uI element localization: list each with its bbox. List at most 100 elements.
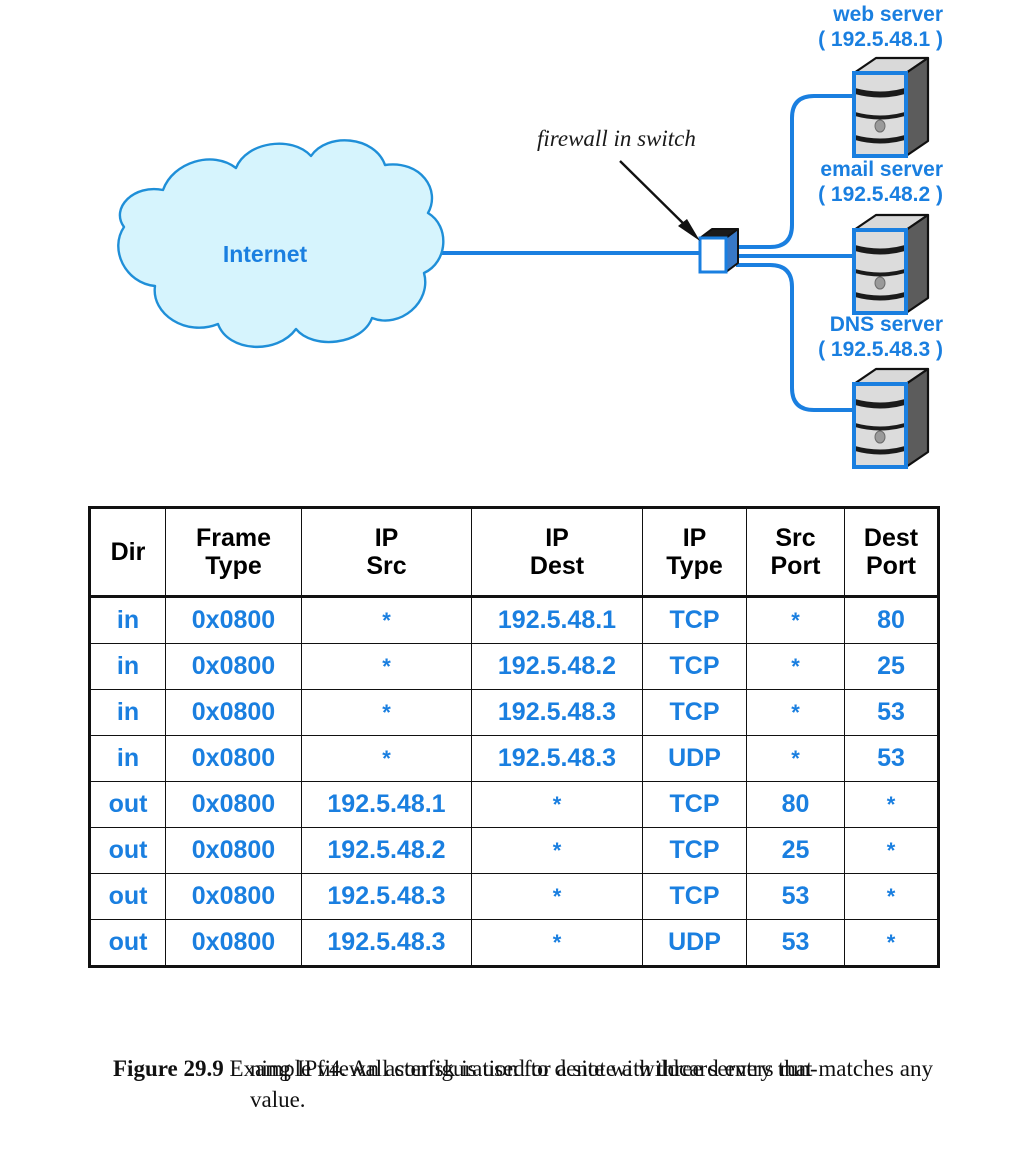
cell-ip-type: UDP [642, 919, 747, 967]
cell-ip-src: * [301, 643, 472, 690]
cell-src-port: 53 [746, 873, 845, 920]
cell-ip-type: TCP [642, 643, 747, 690]
cell-frame-type: 0x0800 [165, 873, 302, 920]
cell-src-port: 53 [746, 919, 845, 967]
col-header-dir: Dir [89, 507, 166, 598]
cell-ip-src: 192.5.48.1 [301, 781, 472, 828]
firewall-switch-cube-icon [698, 228, 739, 274]
cell-ip-src: 192.5.48.3 [301, 919, 472, 967]
server-tower-icon [852, 367, 930, 469]
col-header-frame-type-line1: Frame [195, 524, 272, 552]
cell-ip-dest: 192.5.48.3 [471, 735, 643, 782]
cell-ip-src: 192.5.48.3 [301, 873, 472, 920]
firewall-rules-table: Dir Frame Type IP Src IP Dest IP Type Sr… [88, 506, 940, 968]
firewall-annotation-label: firewall in switch [537, 126, 696, 151]
cell-frame-type: 0x0800 [165, 596, 302, 644]
table-row: out 0x0800 192.5.48.2 * TCP 25 * [89, 827, 939, 874]
col-header-src-port: Src Port [746, 507, 845, 598]
cell-dest-port: 80 [844, 596, 939, 644]
cell-dir: in [89, 735, 166, 782]
table-row: in 0x0800 * 192.5.48.3 UDP * 53 [89, 735, 939, 782]
cell-ip-dest: * [471, 781, 643, 828]
table-row: out 0x0800 192.5.48.3 * TCP 53 * [89, 873, 939, 920]
table-header-row: Dir Frame Type IP Src IP Dest IP Type Sr… [89, 507, 939, 598]
cell-frame-type: 0x0800 [165, 735, 302, 782]
cloud-label: Internet [223, 241, 308, 267]
server-tower-icon [852, 213, 930, 315]
col-header-ip-src-line2: Src [366, 552, 407, 580]
cell-ip-src: 192.5.48.2 [301, 827, 472, 874]
cell-ip-type: TCP [642, 689, 747, 736]
cell-dir: in [89, 689, 166, 736]
cell-dest-port: * [844, 873, 939, 920]
cell-ip-src: * [301, 596, 472, 644]
cell-ip-src: * [301, 689, 472, 736]
cell-frame-type: 0x0800 [165, 827, 302, 874]
server-dns-name: DNS server [830, 313, 943, 336]
server-web-name: web server [832, 3, 943, 26]
col-header-dest-port-line1: Dest [863, 524, 919, 552]
cell-ip-dest: 192.5.48.3 [471, 689, 643, 736]
cell-src-port: * [746, 689, 845, 736]
cell-ip-dest: 192.5.48.2 [471, 643, 643, 690]
table-body: in 0x0800 * 192.5.48.1 TCP * 80 in 0x080… [89, 596, 939, 967]
col-header-frame-type-line2: Type [205, 552, 262, 580]
server-web-address: ( 192.5.48.1 ) [818, 28, 943, 51]
col-header-dest-port: Dest Port [844, 507, 939, 598]
table-row: in 0x0800 * 192.5.48.3 TCP * 53 [89, 689, 939, 736]
cell-src-port: * [746, 735, 845, 782]
network-diagram: Internet firewall in switch web server (… [0, 0, 1024, 480]
server-email-address: ( 192.5.48.2 ) [818, 183, 943, 206]
cell-dest-port: * [844, 781, 939, 828]
cell-ip-type: TCP [642, 781, 747, 828]
col-header-ip-type: IP Type [642, 507, 747, 598]
cell-frame-type: 0x0800 [165, 689, 302, 736]
cell-frame-type: 0x0800 [165, 781, 302, 828]
cell-ip-src: * [301, 735, 472, 782]
col-header-ip-type-line2: Type [666, 552, 723, 580]
firewall-rules-table-container: Dir Frame Type IP Src IP Dest IP Type Sr… [88, 506, 940, 968]
cell-dest-port: 25 [844, 643, 939, 690]
server-web [852, 56, 930, 158]
col-header-ip-src: IP Src [301, 507, 472, 598]
server-tower-icon [852, 56, 930, 158]
figure-caption: Figure 29.9 Example firewall configurati… [113, 1053, 933, 1115]
cell-src-port: * [746, 596, 845, 644]
cell-src-port: 80 [746, 781, 845, 828]
cell-dest-port: 53 [844, 689, 939, 736]
cell-ip-type: TCP [642, 827, 747, 874]
server-email-name: email server [820, 158, 943, 181]
table-header: Dir Frame Type IP Src IP Dest IP Type Sr… [89, 507, 939, 598]
col-header-src-port-line1: Src [775, 524, 816, 552]
cell-ip-dest: * [471, 919, 643, 967]
table-row: out 0x0800 192.5.48.3 * UDP 53 * [89, 919, 939, 967]
cell-frame-type: 0x0800 [165, 643, 302, 690]
cell-dir: out [89, 919, 166, 967]
cell-ip-type: TCP [642, 873, 747, 920]
cell-ip-dest: * [471, 873, 643, 920]
col-header-ip-dest-line2: Dest [529, 552, 585, 580]
table-row: in 0x0800 * 192.5.48.2 TCP * 25 [89, 643, 939, 690]
server-email [852, 213, 930, 315]
col-header-src-port-line2: Port [770, 552, 821, 580]
cell-dir: out [89, 781, 166, 828]
col-header-ip-dest: IP Dest [471, 507, 643, 598]
col-header-dest-port-line2: Port [866, 552, 916, 580]
server-dns-address: ( 192.5.48.3 ) [818, 338, 943, 361]
cell-ip-type: UDP [642, 735, 747, 782]
cell-dest-port: * [844, 827, 939, 874]
figure-caption-line2: ning IPv4. An asterisk is used to denote… [250, 1056, 813, 1081]
cell-dir: in [89, 596, 166, 644]
figure-caption-label: Figure 29.9 [113, 1056, 224, 1081]
cell-dir: in [89, 643, 166, 690]
col-header-ip-dest-line1: IP [545, 524, 569, 552]
arrow-pointer-icon [619, 160, 700, 241]
col-header-ip-src-line1: IP [374, 524, 399, 552]
col-header-dir-line1: Dir [110, 538, 146, 566]
cell-src-port: 25 [746, 827, 845, 874]
col-header-ip-type-line1: IP [682, 524, 707, 552]
cell-ip-dest: * [471, 827, 643, 874]
server-dns [852, 367, 930, 469]
cell-src-port: * [746, 643, 845, 690]
table-row: out 0x0800 192.5.48.1 * TCP 80 * [89, 781, 939, 828]
